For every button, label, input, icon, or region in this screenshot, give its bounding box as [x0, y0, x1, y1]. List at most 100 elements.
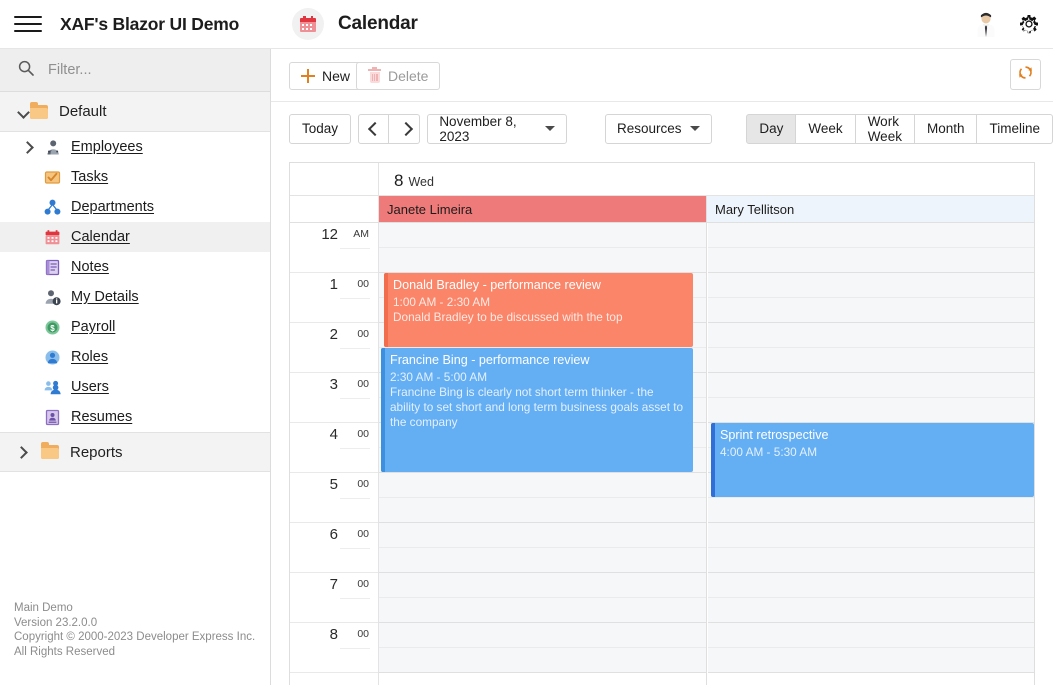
time-cell[interactable] — [379, 648, 706, 673]
appointment-title: Francine Bing - performance review — [390, 353, 686, 368]
sidebar-item-departments[interactable]: Departments — [0, 192, 270, 222]
employees-icon — [44, 139, 61, 156]
time-cell[interactable] — [708, 573, 1035, 598]
new-button[interactable]: New — [289, 62, 362, 90]
resumes-icon — [44, 409, 61, 426]
view-day-button[interactable]: Day — [746, 114, 796, 144]
time-cell[interactable] — [708, 223, 1035, 248]
delete-button[interactable]: Delete — [356, 62, 440, 90]
sidebar-item-label: Resumes — [71, 409, 132, 425]
sidebar-group-reports[interactable]: Reports — [0, 432, 270, 472]
resource-column-janete-limeira[interactable]: Donald Bradley - performance review 1:00… — [379, 223, 707, 685]
sidebar-item-my-details[interactable]: My Details — [0, 282, 270, 312]
day-header-label: 8 Wed — [379, 163, 434, 195]
date-picker-button[interactable]: November 8, 2023 — [427, 114, 567, 144]
time-cell[interactable] — [379, 248, 706, 273]
time-slot: 4 00 — [290, 423, 378, 473]
time-cell[interactable] — [708, 348, 1035, 373]
appointment-sprint-retrospective[interactable]: Sprint retrospective 4:00 AM - 5:30 AM — [711, 423, 1034, 497]
sidebar-item-tasks[interactable]: Tasks — [0, 162, 270, 192]
departments-icon — [44, 199, 61, 216]
tasks-icon — [44, 169, 61, 186]
time-minute: 00 — [357, 628, 369, 640]
my-details-icon — [44, 289, 61, 306]
view-switcher: Day Week Work Week Month Timeline — [746, 114, 1053, 144]
sidebar-item-label: Payroll — [71, 319, 115, 335]
sidebar-item-payroll[interactable]: $ Payroll — [0, 312, 270, 342]
time-cell[interactable] — [708, 523, 1035, 548]
resource-header-janete-limeira[interactable]: Janete Limeira — [379, 196, 707, 222]
time-slot: 1 00 — [290, 273, 378, 323]
sidebar-item-users[interactable]: Users — [0, 372, 270, 402]
time-cell[interactable] — [708, 598, 1035, 623]
time-cell[interactable] — [708, 498, 1035, 523]
time-cell[interactable] — [708, 398, 1035, 423]
view-work-week-button[interactable]: Work Week — [856, 114, 915, 144]
resource-header-mary-tellitson[interactable]: Mary Tellitson — [707, 196, 1034, 222]
today-button[interactable]: Today — [289, 114, 351, 144]
time-cell[interactable] — [379, 573, 706, 598]
sidebar-item-resumes[interactable]: Resumes — [0, 402, 270, 432]
sidebar-group-label: Default — [59, 103, 107, 120]
calendar-icon — [44, 229, 61, 246]
time-cell[interactable] — [708, 298, 1035, 323]
time-cell[interactable] — [708, 323, 1035, 348]
chevron-right-icon[interactable] — [22, 140, 36, 154]
folder-icon — [41, 445, 59, 459]
time-cell[interactable] — [379, 548, 706, 573]
appointment-donald-bradley[interactable]: Donald Bradley - performance review 1:00… — [384, 273, 693, 347]
time-cell[interactable] — [708, 373, 1035, 398]
footer-line-rights: All Rights Reserved — [14, 645, 255, 660]
resource-header: Janete Limeira Mary Tellitson — [290, 196, 1034, 223]
chevron-down-icon — [690, 126, 700, 131]
time-cell[interactable] — [708, 248, 1035, 273]
time-cell[interactable] — [379, 523, 706, 548]
time-cell[interactable] — [708, 548, 1035, 573]
sidebar-item-label: Departments — [71, 199, 154, 215]
footer-line-version: Version 23.2.0.0 — [14, 616, 255, 631]
sidebar-item-calendar[interactable]: Calendar — [0, 222, 270, 252]
view-month-button[interactable]: Month — [915, 114, 978, 144]
time-cell[interactable] — [708, 273, 1035, 298]
view-timeline-button[interactable]: Timeline — [977, 114, 1053, 144]
time-cell[interactable] — [379, 498, 706, 523]
time-cell[interactable] — [379, 473, 706, 498]
day-weekday: Wed — [408, 175, 433, 189]
time-hour: 8 — [330, 626, 338, 643]
resource-column-mary-tellitson[interactable]: Sprint retrospective 4:00 AM - 5:30 AM — [708, 223, 1035, 685]
sidebar-item-label: Employees — [71, 139, 143, 155]
sidebar-item-notes[interactable]: Notes — [0, 252, 270, 282]
sidebar-item-label: Calendar — [71, 229, 130, 245]
time-cell[interactable] — [708, 648, 1035, 673]
sidebar-item-employees[interactable]: Employees — [0, 132, 270, 162]
sidebar-footer: Main Demo Version 23.2.0.0 Copyright © 2… — [14, 601, 255, 659]
next-day-button[interactable] — [389, 114, 420, 144]
page-header: Calendar — [292, 0, 418, 48]
resources-button[interactable]: Resources — [605, 114, 713, 144]
view-week-button[interactable]: Week — [796, 114, 855, 144]
search-input[interactable] — [48, 62, 248, 78]
users-icon — [44, 379, 61, 396]
refresh-icon — [1017, 64, 1034, 86]
sidebar-group-default[interactable]: Default — [0, 92, 270, 132]
prev-day-button[interactable] — [358, 114, 389, 144]
hamburger-icon[interactable] — [14, 13, 42, 35]
footer-line-product: Main Demo — [14, 601, 255, 616]
gear-icon[interactable] — [1017, 12, 1041, 36]
time-cell[interactable] — [379, 598, 706, 623]
time-cell[interactable] — [379, 223, 706, 248]
time-slot: 12 AM — [290, 223, 378, 273]
user-avatar[interactable] — [973, 11, 999, 37]
command-bar: New Delete — [271, 49, 1053, 102]
sidebar-item-label: Users — [71, 379, 109, 395]
sidebar-item-label: Tasks — [71, 169, 108, 185]
sidebar-item-label: Notes — [71, 259, 109, 275]
resource-name: Mary Tellitson — [715, 202, 794, 217]
sidebar-item-roles[interactable]: Roles — [0, 342, 270, 372]
time-cell[interactable] — [708, 623, 1035, 648]
time-cell[interactable] — [379, 623, 706, 648]
appointment-francine-bing[interactable]: Francine Bing - performance review 2:30 … — [381, 348, 693, 472]
appointment-time: 1:00 AM - 2:30 AM — [393, 295, 686, 310]
time-minute: 00 — [357, 578, 369, 590]
refresh-button[interactable] — [1010, 59, 1041, 90]
